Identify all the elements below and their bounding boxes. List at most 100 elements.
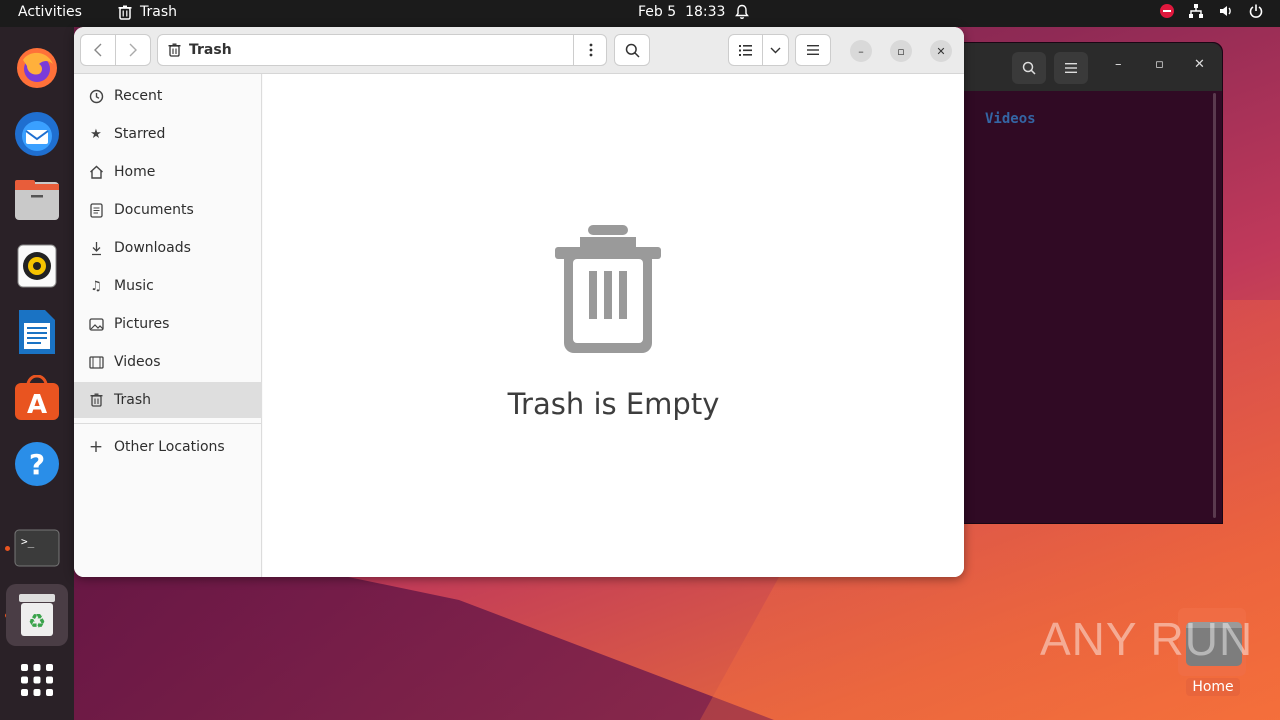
video-icon: [88, 354, 104, 370]
scrollbar[interactable]: [1213, 93, 1216, 518]
home-desktop-label: Home: [1186, 678, 1240, 696]
trash-icon: [88, 392, 104, 408]
system-tray[interactable]: [1160, 3, 1264, 19]
sidebar-item-label: Starred: [114, 126, 166, 142]
svg-text:A: A: [27, 390, 47, 420]
dock: A ? >_ ♻: [0, 27, 74, 720]
home-icon: [88, 164, 104, 180]
sidebar-item-videos[interactable]: Videos: [74, 344, 262, 380]
forward-button[interactable]: [115, 34, 151, 66]
minimize-button[interactable]: –: [850, 40, 872, 62]
clock-icon: [88, 88, 104, 104]
file-manager-window: Trash – ▫ ✕ Recent ★ Starred Home Docume…: [74, 27, 964, 577]
menu-button[interactable]: [1054, 52, 1088, 84]
sidebar-item-label: Downloads: [114, 240, 191, 256]
writer-icon[interactable]: [12, 307, 62, 357]
sidebar-item-label: Other Locations: [114, 439, 225, 455]
minimize-button[interactable]: –: [1115, 57, 1122, 72]
content-view[interactable]: Trash is Empty: [263, 74, 964, 577]
header-bar: Trash – ▫ ✕: [74, 27, 964, 74]
document-icon: [88, 202, 104, 218]
bell-icon[interactable]: [735, 4, 749, 24]
firefox-icon[interactable]: [12, 43, 62, 93]
download-icon: [88, 240, 104, 256]
hamburger-icon: [807, 45, 819, 55]
path-bar[interactable]: Trash: [157, 34, 607, 66]
clock[interactable]: Feb 5 18:33: [638, 4, 725, 20]
main-menu-button[interactable]: [795, 34, 831, 66]
trash-icon: [118, 5, 132, 20]
watermark-logo: ANY RUN: [1040, 613, 1254, 665]
app-menu-label: Trash: [140, 4, 177, 20]
view-list-button[interactable]: [728, 34, 763, 66]
maximize-button[interactable]: ▫: [890, 40, 912, 62]
search-button[interactable]: [614, 34, 650, 66]
show-apps-icon[interactable]: [12, 655, 62, 705]
sidebar-item-downloads[interactable]: Downloads: [74, 230, 262, 266]
sidebar-item-other-locations[interactable]: + Other Locations: [74, 429, 262, 465]
sidebar-item-music[interactable]: ♫ Music: [74, 268, 262, 304]
list-view-icon: [739, 44, 752, 56]
path-menu-button[interactable]: [573, 34, 607, 66]
chevron-down-icon: [770, 47, 781, 53]
view-options-button[interactable]: [762, 34, 789, 66]
search-icon: [1022, 61, 1036, 75]
sidebar-item-recent[interactable]: Recent: [74, 78, 262, 114]
top-bar: Activities Trash Feb 5 18:33: [0, 0, 1280, 27]
sidebar-item-trash[interactable]: Trash: [74, 382, 262, 418]
plus-icon: +: [88, 437, 104, 457]
app-menu[interactable]: Trash: [118, 4, 177, 20]
rhythmbox-icon[interactable]: [12, 241, 62, 291]
files-icon[interactable]: [12, 175, 62, 225]
do-not-disturb-icon: [1160, 4, 1174, 18]
music-icon: ♫: [90, 278, 102, 294]
close-button[interactable]: ✕: [1194, 57, 1205, 72]
maximize-button[interactable]: ▫: [1155, 57, 1164, 72]
chevron-right-icon: [129, 43, 137, 57]
back-button[interactable]: [80, 34, 116, 66]
terminal-output: Videos: [985, 111, 1036, 127]
svg-text:?: ?: [29, 448, 45, 481]
close-button[interactable]: ✕: [930, 40, 952, 62]
sidebar-item-label: Videos: [114, 354, 161, 370]
sidebar: Recent ★ Starred Home Documents Download…: [74, 74, 262, 577]
chevron-left-icon: [94, 43, 102, 57]
app-center-icon[interactable]: A: [12, 373, 62, 423]
running-indicator: [5, 546, 10, 551]
search-button[interactable]: [1012, 52, 1046, 84]
activities-button[interactable]: Activities: [18, 4, 82, 20]
hamburger-icon: [1065, 63, 1077, 73]
trash-empty-icon: [555, 225, 661, 353]
terminal-window[interactable]: – ▫ ✕ Videos: [940, 42, 1223, 524]
svg-text:>_: >_: [21, 535, 35, 548]
sidebar-item-label: Recent: [114, 88, 163, 104]
terminal-header: – ▫ ✕: [941, 43, 1222, 91]
power-icon: [1249, 4, 1263, 18]
search-icon: [625, 43, 640, 58]
kebab-icon: [589, 43, 592, 57]
sidebar-item-label: Music: [114, 278, 154, 294]
sidebar-item-label: Home: [114, 164, 156, 180]
sidebar-separator: [74, 423, 262, 424]
sidebar-item-label: Documents: [114, 202, 194, 218]
terminal-icon[interactable]: >_: [12, 523, 62, 573]
sidebar-item-starred[interactable]: ★ Starred: [74, 116, 262, 152]
star-icon: ★: [90, 126, 102, 142]
sidebar-item-documents[interactable]: Documents: [74, 192, 262, 228]
path-label: Trash: [189, 42, 232, 58]
volume-icon: [1220, 6, 1231, 16]
sidebar-item-pictures[interactable]: Pictures: [74, 306, 262, 342]
trash-icon[interactable]: ♻: [6, 584, 68, 646]
trash-icon: [168, 43, 181, 57]
sidebar-item-label: Trash: [114, 392, 151, 408]
picture-icon: [88, 316, 104, 332]
sidebar-item-label: Pictures: [114, 316, 170, 332]
sidebar-item-home[interactable]: Home: [74, 154, 262, 190]
clock-time: 18:33: [685, 4, 726, 20]
thunderbird-icon[interactable]: [12, 109, 62, 159]
empty-state-message: Trash is Empty: [507, 387, 720, 421]
clock-date: Feb 5: [638, 4, 677, 20]
help-icon[interactable]: ?: [12, 439, 62, 489]
network-icon: [1189, 4, 1203, 18]
svg-text:♻: ♻: [28, 609, 46, 633]
